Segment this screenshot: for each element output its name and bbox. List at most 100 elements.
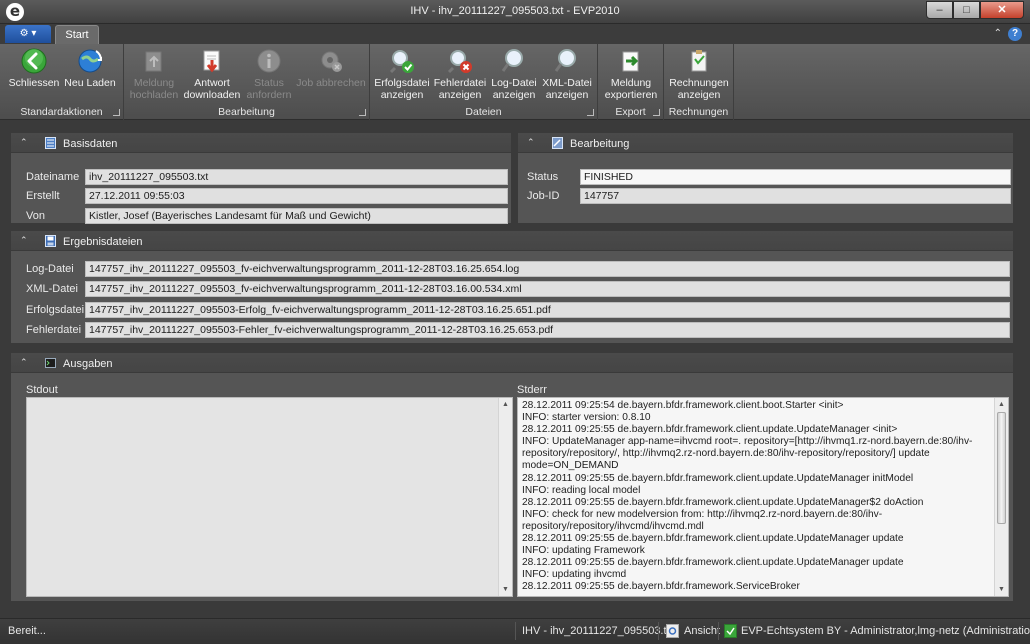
meldung-hochladen-label-1: Meldung (133, 77, 175, 89)
antwort-downloaden-button[interactable]: Antwort downloaden (182, 47, 242, 101)
field-von: Von Kistler, Josef (Bayerisches Landesam… (26, 208, 508, 224)
meldung-exportieren-label-2: exportieren (604, 89, 658, 101)
collapse-chevron-icon[interactable]: ⌃ (20, 137, 28, 148)
bearbeitung-title: Bearbeitung (570, 138, 630, 150)
dialog-launcher-icon[interactable] (587, 109, 594, 116)
cancel-gear-icon (321, 51, 342, 72)
window-controls: – □ ✕ (926, 1, 1024, 19)
collapse-chevron-icon[interactable]: ⌃ (20, 357, 28, 368)
status-anfordern-label-2: anfordern (246, 89, 292, 101)
xml-datei-label-1: XML-Datei (542, 77, 592, 89)
dialog-launcher-icon[interactable] (653, 109, 660, 116)
collapse-chevron-icon[interactable]: ⌃ (527, 137, 535, 148)
stderr-label: Stderr (517, 384, 547, 396)
status-anfordern-button[interactable]: Status anfordern (244, 47, 294, 101)
fehlerdatei-label-1: Fehlerdatei (433, 77, 487, 89)
field-log-datei: Log-Datei 147757_ihv_20111227_095503_fv-… (26, 261, 1010, 277)
erfolgsdatei-value[interactable]: 147757_ihv_20111227_095503-Erfolg_fv-eic… (85, 302, 1010, 318)
neu-laden-button[interactable]: Neu Laden (62, 47, 118, 89)
fehlerdatei-anzeigen-button[interactable]: Fehlerdatei anzeigen (432, 47, 488, 101)
maximize-button[interactable]: □ (953, 1, 980, 19)
log-datei-label-2: anzeigen (492, 89, 536, 101)
ergebnisdateien-panel: ⌃ Ergebnisdateien Log-Datei 147757_ihv_2… (10, 230, 1014, 344)
upload-document-icon (145, 51, 162, 72)
tab-start[interactable]: Start (55, 25, 99, 44)
field-label: Log-Datei (26, 263, 74, 275)
group-bearbeitung: Meldung hochladen Antwort downloaden Sta… (124, 44, 370, 120)
collapse-chevron-icon[interactable]: ⌃ (20, 235, 28, 246)
group-label-rechnungen: Rechnungen (668, 106, 729, 118)
log-line: 28.12.2011 09:25:55 de.bayern.bfdr.frame… (522, 472, 914, 484)
meldung-hochladen-button[interactable]: Meldung hochladen (128, 47, 180, 101)
antwort-downloaden-label-2: downloaden (183, 89, 241, 101)
app-menu-button[interactable]: ⚙ ▾ (5, 25, 51, 43)
status-view[interactable]: Ansicht (684, 625, 720, 637)
erstellt-value[interactable]: 27.12.2011 09:55:03 (85, 188, 508, 204)
ergebnisdateien-header[interactable]: ⌃ Ergebnisdateien (11, 231, 1013, 251)
basisdaten-header[interactable]: ⌃ Basisdaten (11, 133, 511, 153)
stderr-scrollbar[interactable]: ▲ ▼ (994, 398, 1008, 596)
window-title: IHV - ihv_20111227_095503.txt - EVP2010 (410, 5, 620, 17)
erfolgsdatei-label-2: anzeigen (380, 89, 424, 101)
scroll-up-icon[interactable]: ▲ (499, 398, 512, 411)
dialog-launcher-icon[interactable] (113, 109, 120, 116)
log-line: 28.12.2011 09:25:54 de.bayern.bfdr.frame… (522, 400, 844, 411)
group-dateien: Erfolgsdatei anzeigen Fehlerdatei anzeig… (370, 44, 598, 120)
field-fehlerdatei: Fehlerdatei 147757_ihv_20111227_095503-F… (26, 322, 1010, 338)
save-disk-icon (45, 235, 56, 247)
schliessen-button[interactable]: Schliessen (6, 47, 62, 89)
job-id-value[interactable]: 147757 (580, 188, 1011, 204)
minimize-button[interactable]: – (926, 1, 953, 19)
ribbon-collapse-icon[interactable]: ⌃ (994, 27, 1002, 41)
log-datei-anzeigen-button[interactable]: Log-Datei anzeigen (488, 47, 540, 101)
ausgaben-header[interactable]: ⌃ Ausgaben (11, 353, 1013, 373)
field-label: Erfolgsdatei (26, 304, 85, 316)
log-line: 28.12.2011 09:25:55 de.bayern.bfdr.frame… (522, 581, 800, 593)
log-line: 28.12.2011 09:25:55 de.bayern.bfdr.frame… (522, 424, 898, 436)
group-rechnungen: Rechnungen anzeigen Rechnungen (664, 44, 734, 120)
status-value[interactable]: FINISHED (580, 169, 1011, 185)
ribbon: Schliessen Neu Laden Standardaktionen Me… (0, 44, 1030, 120)
stdout-scrollbar[interactable]: ▲ ▼ (498, 398, 512, 596)
job-abbrechen-button[interactable]: Job abbrechen (296, 47, 366, 89)
dialog-launcher-icon[interactable] (359, 109, 366, 116)
log-line: repository/repository/, http://ihvmq2.rz… (522, 448, 930, 460)
meldung-exportieren-button[interactable]: Meldung exportieren (602, 47, 660, 101)
scroll-down-icon[interactable]: ▼ (995, 583, 1008, 596)
bearbeitung-panel: ⌃ Bearbeitung Status FINISHED Job-ID 147… (517, 132, 1014, 224)
status-separator (515, 622, 516, 640)
log-datei-value[interactable]: 147757_ihv_20111227_095503_fv-eichverwal… (85, 261, 1010, 277)
ausgaben-panel: ⌃ Ausgaben Stdout Stderr ▲ ▼ 28.12.2011 … (10, 352, 1014, 602)
title-bar: e IHV - ihv_20111227_095503.txt - EVP201… (0, 0, 1030, 24)
erfolgsdatei-anzeigen-button[interactable]: Erfolgsdatei anzeigen (374, 47, 430, 101)
dateiname-value[interactable]: ihv_20111227_095503.txt (85, 169, 508, 185)
xml-datei-anzeigen-button[interactable]: XML-Datei anzeigen (540, 47, 594, 101)
scroll-up-icon[interactable]: ▲ (995, 398, 1008, 411)
scrollbar-thumb[interactable] (997, 412, 1006, 524)
status-system: EVP-Echtsystem BY - Administrator,lmg-ne… (741, 625, 1030, 637)
info-icon (257, 49, 281, 73)
close-button[interactable]: ✕ (980, 1, 1024, 19)
rechnungen-anzeigen-button[interactable]: Rechnungen anzeigen (668, 47, 730, 101)
field-label: Job-ID (527, 190, 560, 202)
xml-datei-value[interactable]: 147757_ihv_20111227_095503_fv-eichverwal… (85, 281, 1010, 297)
tabbar-right: ⌃ ? (994, 27, 1022, 41)
status-bar: Bereit... IHV - ihv_20111227_095503.txt … (0, 618, 1030, 644)
stderr-log: 28.12.2011 09:25:54 de.bayern.bfdr.frame… (522, 400, 990, 594)
export-icon (622, 51, 639, 72)
rechnungen-label-2: anzeigen (677, 89, 721, 101)
stdout-textarea[interactable]: ▲ ▼ (26, 397, 513, 597)
stdout-label: Stdout (26, 384, 58, 396)
help-icon[interactable]: ? (1008, 27, 1022, 41)
fehlerdatei-label-2: anzeigen (438, 89, 482, 101)
fehlerdatei-value[interactable]: 147757_ihv_20111227_095503-Fehler_fv-eic… (85, 322, 1010, 338)
stderr-textarea[interactable]: 28.12.2011 09:25:54 de.bayern.bfdr.frame… (517, 397, 1009, 597)
von-value[interactable]: Kistler, Josef (Bayerisches Landesamt fü… (85, 208, 508, 224)
bearbeitung-header[interactable]: ⌃ Bearbeitung (518, 133, 1013, 153)
job-abbrechen-label: Job abbrechen (296, 77, 366, 89)
scroll-down-icon[interactable]: ▼ (499, 583, 512, 596)
log-line: INFO: starter version: 0.8.10 (522, 412, 651, 424)
group-export: Meldung exportieren Export (598, 44, 664, 120)
field-erstellt: Erstellt 27.12.2011 09:55:03 (26, 188, 508, 204)
field-xml-datei: XML-Datei 147757_ihv_20111227_095503_fv-… (26, 281, 1010, 297)
